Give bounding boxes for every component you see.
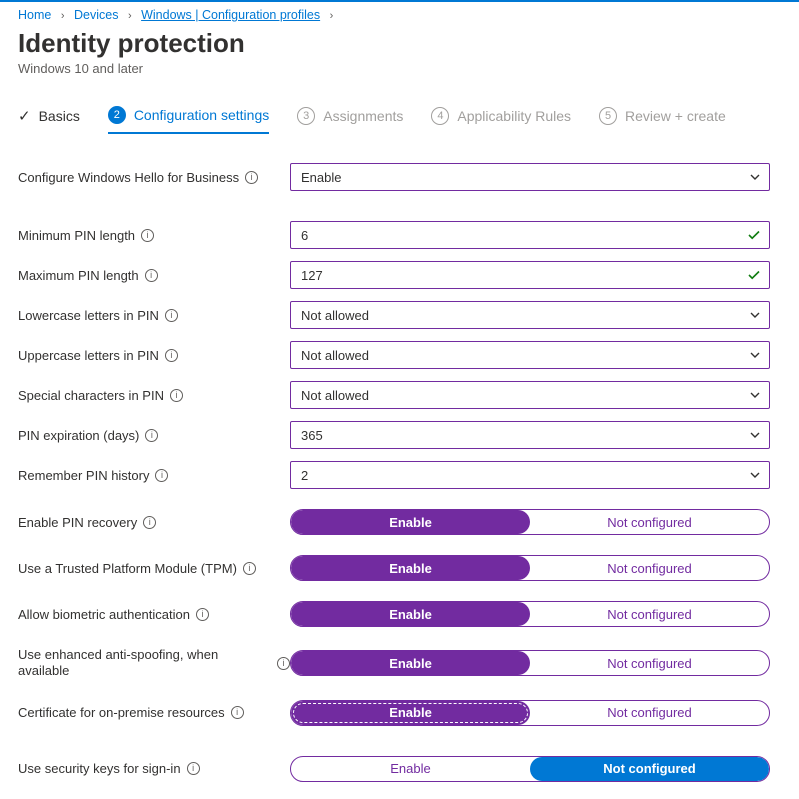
select-value: Not allowed bbox=[301, 388, 369, 403]
toggle-option-not-configured[interactable]: Not configured bbox=[530, 556, 769, 580]
info-icon[interactable]: i bbox=[143, 516, 156, 529]
label-security-keys: Use security keys for sign-in bbox=[18, 761, 181, 776]
toggle-option-enable[interactable]: Enable bbox=[291, 701, 530, 725]
info-icon[interactable]: i bbox=[245, 171, 258, 184]
select-history[interactable]: 2 bbox=[290, 461, 770, 489]
label-uppercase: Uppercase letters in PIN bbox=[18, 348, 159, 363]
chevron-right-icon: › bbox=[128, 10, 132, 22]
toggle-option-not-configured[interactable]: Not configured bbox=[530, 757, 769, 781]
toggle-pin-recovery[interactable]: Enable Not configured bbox=[290, 509, 770, 535]
select-uppercase[interactable]: Not allowed bbox=[290, 341, 770, 369]
label-history: Remember PIN history bbox=[18, 468, 149, 483]
info-icon[interactable]: i bbox=[165, 309, 178, 322]
page-title: Identity protection bbox=[18, 28, 781, 59]
toggle-option-enable[interactable]: Enable bbox=[291, 556, 530, 580]
breadcrumb-home[interactable]: Home bbox=[18, 8, 51, 22]
toggle-option-enable[interactable]: Enable bbox=[291, 602, 530, 626]
label-tpm: Use a Trusted Platform Module (TPM) bbox=[18, 561, 237, 576]
info-icon[interactable]: i bbox=[277, 657, 290, 670]
step-number-icon: 5 bbox=[599, 107, 617, 125]
tab-applicability-rules[interactable]: 4 Applicability Rules bbox=[431, 107, 571, 133]
chevron-down-icon bbox=[749, 309, 761, 321]
label-special: Special characters in PIN bbox=[18, 388, 164, 403]
tab-label: Assignments bbox=[323, 108, 403, 124]
label-anti-spoofing: Use enhanced anti-spoofing, when availab… bbox=[18, 647, 271, 680]
chevron-down-icon bbox=[749, 469, 761, 481]
tab-assignments[interactable]: 3 Assignments bbox=[297, 107, 403, 133]
info-icon[interactable]: i bbox=[165, 349, 178, 362]
toggle-option-not-configured[interactable]: Not configured bbox=[530, 701, 769, 725]
tab-label: Applicability Rules bbox=[457, 108, 571, 124]
chevron-right-icon: › bbox=[330, 10, 334, 22]
toggle-option-enable[interactable]: Enable bbox=[291, 651, 530, 675]
label-biometric: Allow biometric authentication bbox=[18, 607, 190, 622]
info-icon[interactable]: i bbox=[170, 389, 183, 402]
info-icon[interactable]: i bbox=[196, 608, 209, 621]
chevron-right-icon: › bbox=[61, 10, 65, 22]
tab-basics[interactable]: ✓ Basics bbox=[18, 107, 80, 133]
info-icon[interactable]: i bbox=[155, 469, 168, 482]
wizard-tabs: ✓ Basics 2 Configuration settings 3 Assi… bbox=[18, 106, 781, 135]
tab-configuration-settings[interactable]: 2 Configuration settings bbox=[108, 106, 269, 134]
input-value: 127 bbox=[301, 268, 323, 283]
select-value: Not allowed bbox=[301, 348, 369, 363]
tab-label: Review + create bbox=[625, 108, 726, 124]
input-min-pin[interactable]: 6 bbox=[290, 221, 770, 249]
toggle-certificate[interactable]: Enable Not configured bbox=[290, 700, 770, 726]
label-lowercase: Lowercase letters in PIN bbox=[18, 308, 159, 323]
select-configure-whfb[interactable]: Enable bbox=[290, 163, 770, 191]
tab-label: Basics bbox=[39, 108, 80, 124]
label-max-pin: Maximum PIN length bbox=[18, 268, 139, 283]
input-value: 6 bbox=[301, 228, 308, 243]
info-icon[interactable]: i bbox=[145, 429, 158, 442]
tab-label: Configuration settings bbox=[134, 107, 269, 123]
chevron-down-icon bbox=[749, 171, 761, 183]
toggle-option-not-configured[interactable]: Not configured bbox=[530, 651, 769, 675]
label-recovery: Enable PIN recovery bbox=[18, 515, 137, 530]
select-value: 365 bbox=[301, 428, 323, 443]
toggle-anti-spoofing[interactable]: Enable Not configured bbox=[290, 650, 770, 676]
breadcrumb: Home › Devices › Windows | Configuration… bbox=[18, 0, 781, 22]
tab-review-create[interactable]: 5 Review + create bbox=[599, 107, 726, 133]
select-lowercase[interactable]: Not allowed bbox=[290, 301, 770, 329]
toggle-option-enable[interactable]: Enable bbox=[291, 510, 530, 534]
chevron-down-icon bbox=[749, 349, 761, 361]
breadcrumb-configprofiles[interactable]: Windows | Configuration profiles bbox=[141, 8, 320, 22]
step-number-icon: 2 bbox=[108, 106, 126, 124]
info-icon[interactable]: i bbox=[145, 269, 158, 282]
info-icon[interactable]: i bbox=[231, 706, 244, 719]
toggle-security-keys[interactable]: Enable Not configured bbox=[290, 756, 770, 782]
label-expiration: PIN expiration (days) bbox=[18, 428, 139, 443]
info-icon[interactable]: i bbox=[141, 229, 154, 242]
info-icon[interactable]: i bbox=[243, 562, 256, 575]
toggle-option-not-configured[interactable]: Not configured bbox=[530, 602, 769, 626]
page-subtitle: Windows 10 and later bbox=[18, 61, 781, 76]
settings-form: Configure Windows Hello for Business i E… bbox=[18, 157, 781, 788]
select-value: 2 bbox=[301, 468, 308, 483]
toggle-option-not-configured[interactable]: Not configured bbox=[530, 510, 769, 534]
chevron-down-icon bbox=[749, 429, 761, 441]
label-min-pin: Minimum PIN length bbox=[18, 228, 135, 243]
check-icon: ✓ bbox=[18, 107, 31, 125]
chevron-down-icon bbox=[749, 389, 761, 401]
select-expiration[interactable]: 365 bbox=[290, 421, 770, 449]
toggle-tpm[interactable]: Enable Not configured bbox=[290, 555, 770, 581]
label-cert: Certificate for on-premise resources bbox=[18, 705, 225, 720]
step-number-icon: 4 bbox=[431, 107, 449, 125]
checkmark-icon bbox=[747, 228, 761, 245]
input-max-pin[interactable]: 127 bbox=[290, 261, 770, 289]
breadcrumb-devices[interactable]: Devices bbox=[74, 8, 118, 22]
info-icon[interactable]: i bbox=[187, 762, 200, 775]
toggle-option-enable[interactable]: Enable bbox=[291, 757, 530, 781]
select-value: Enable bbox=[301, 170, 341, 185]
checkmark-icon bbox=[747, 268, 761, 285]
label-configure-whfb: Configure Windows Hello for Business bbox=[18, 170, 239, 185]
select-special[interactable]: Not allowed bbox=[290, 381, 770, 409]
step-number-icon: 3 bbox=[297, 107, 315, 125]
select-value: Not allowed bbox=[301, 308, 369, 323]
toggle-biometric[interactable]: Enable Not configured bbox=[290, 601, 770, 627]
